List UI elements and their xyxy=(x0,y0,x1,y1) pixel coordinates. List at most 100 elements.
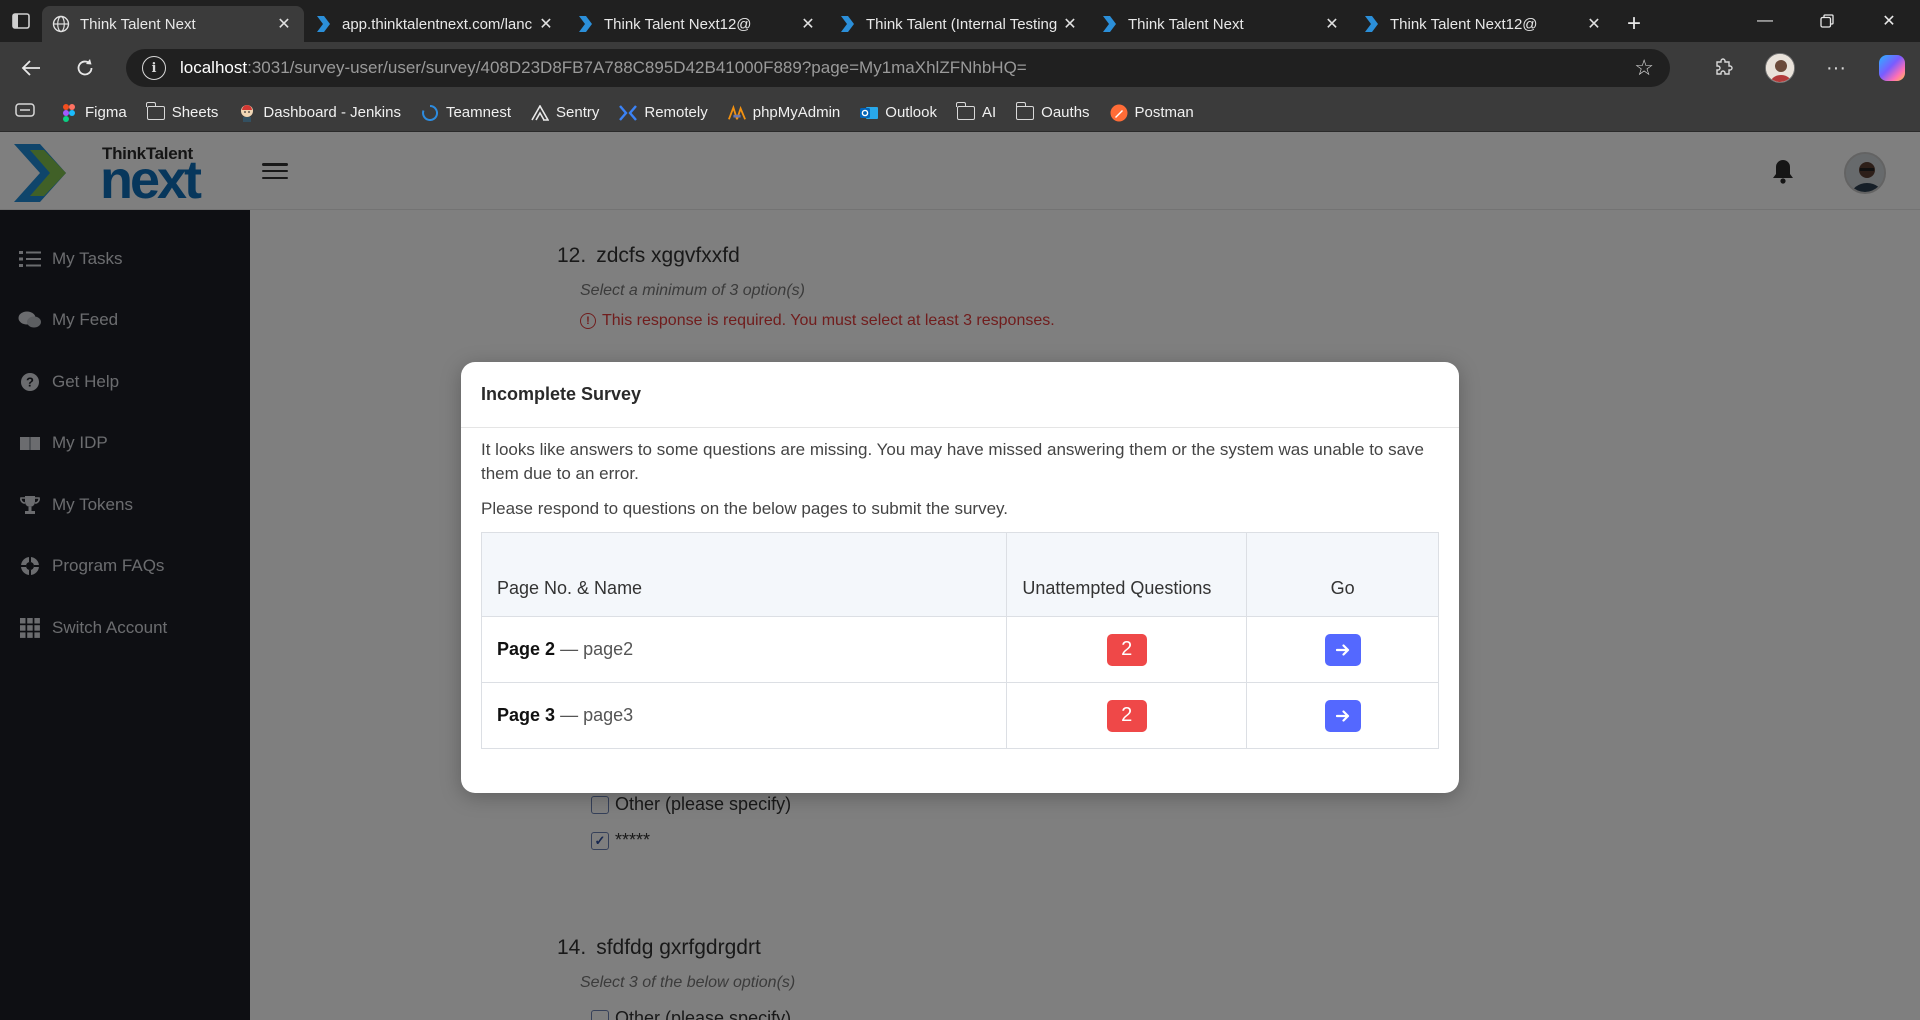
ttn-chevron-icon xyxy=(576,15,594,33)
back-icon[interactable] xyxy=(8,48,54,88)
column-header-page: Page No. & Name xyxy=(480,532,1008,617)
browser-tab[interactable]: Think Talent Next12@ ✕ xyxy=(1352,6,1614,42)
column-header-unattempted: Unattempted Questions xyxy=(1006,532,1248,617)
bookmark-outlook[interactable]: Outlook xyxy=(860,104,937,122)
bookmark-label: Oauths xyxy=(1041,104,1090,121)
bookmark-label: phpMyAdmin xyxy=(752,104,841,121)
bookmark-label: Teamnest xyxy=(445,104,512,121)
page-cell: Page 2 — page2 xyxy=(480,616,1008,683)
ttn-chevron-icon xyxy=(314,15,332,33)
count-cell: 2 xyxy=(1006,616,1248,683)
bookmark-label: Postman xyxy=(1134,104,1194,121)
page-name: page2 xyxy=(583,639,634,659)
unattempted-count-badge: 2 xyxy=(1106,699,1147,732)
browser-tab[interactable]: app.thinktalentnext.com/lanc ✕ xyxy=(304,6,566,42)
arrow-right-icon xyxy=(1335,643,1349,656)
site-info-icon[interactable]: i xyxy=(142,56,166,80)
teamnest-icon xyxy=(421,104,439,122)
new-tab-icon[interactable]: + xyxy=(1614,6,1654,42)
outlook-icon xyxy=(860,104,879,122)
go-cell xyxy=(1246,616,1439,683)
url-text[interactable]: localhost:3031/survey-user/user/survey/4… xyxy=(180,58,1027,78)
tab-title: Think Talent Next12@ xyxy=(604,15,752,33)
page-cell: Page 3 — page3 xyxy=(480,682,1008,749)
unattempted-pages-table: Page No. & Name Unattempted Questions Go… xyxy=(480,532,1439,749)
jenkins-icon xyxy=(238,104,256,122)
tab-title: Think Talent Next xyxy=(80,15,196,33)
table-row: Page 2 — page2 2 xyxy=(480,616,1439,683)
bookmark-postman[interactable]: Postman xyxy=(1110,104,1194,122)
ttn-chevron-icon xyxy=(838,15,856,33)
bookmark-label: Outlook xyxy=(885,104,937,121)
tab-title: Think Talent Next xyxy=(1128,15,1244,33)
bookmark-label: Figma xyxy=(85,104,127,121)
phpmyadmin-icon xyxy=(727,104,746,122)
page-name: page3 xyxy=(583,705,634,725)
bookmark-phpmyadmin[interactable]: phpMyAdmin xyxy=(727,104,841,122)
bookmark-label: AI xyxy=(981,104,997,121)
unattempted-count-badge: 2 xyxy=(1106,633,1147,666)
go-to-page-button[interactable] xyxy=(1324,633,1361,666)
extensions-icon[interactable] xyxy=(1696,42,1752,94)
tab-title: Think Talent (Internal Testing xyxy=(866,15,1058,33)
modal-body: It looks like answers to some questions … xyxy=(461,428,1459,749)
bookmark-label: Sentry xyxy=(556,104,600,121)
address-bar[interactable]: i localhost:3031/survey-user/user/survey… xyxy=(126,49,1670,87)
bookmark-sheets[interactable]: Sheets xyxy=(146,101,219,122)
browser-toolbar-right: ··· xyxy=(1696,42,1920,94)
ttn-chevron-icon xyxy=(1100,15,1118,33)
bookmark-sentry[interactable]: Sentry xyxy=(531,104,599,122)
browser-tab-bar: Think Talent Next ✕ app.thinktalentnext.… xyxy=(0,0,1920,42)
restore-icon[interactable] xyxy=(1796,0,1858,42)
count-cell: 2 xyxy=(1006,682,1248,749)
table-header-row: Page No. & Name Unattempted Questions Go xyxy=(480,532,1439,617)
profile-button[interactable] xyxy=(1752,42,1808,94)
browser-tab[interactable]: Think Talent Next ✕ xyxy=(42,6,304,42)
folder-icon xyxy=(956,101,975,122)
minimize-icon[interactable]: — xyxy=(1734,0,1796,42)
bookmarks-bar: Figma Sheets Dashboard - Jenkins Teamnes… xyxy=(0,94,1920,132)
tab-close-icon[interactable]: ✕ xyxy=(798,14,818,34)
bookmark-ai[interactable]: AI xyxy=(956,101,997,122)
browser-tab[interactable]: Think Talent (Internal Testing ✕ xyxy=(828,6,1090,42)
tab-close-icon[interactable]: ✕ xyxy=(1322,14,1342,34)
tab-actions-icon[interactable] xyxy=(0,0,42,42)
bookmark-oauths[interactable]: Oauths xyxy=(1015,101,1090,122)
modal-message: It looks like answers to some questions … xyxy=(481,440,1425,483)
browser-tab[interactable]: Think Talent Next12@ ✕ xyxy=(566,6,828,42)
favorite-star-icon[interactable]: ☆ xyxy=(1634,55,1654,81)
close-window-icon[interactable]: ✕ xyxy=(1858,0,1920,42)
bookmark-teamnest[interactable]: Teamnest xyxy=(421,104,511,122)
url-path: :3031/survey-user/user/survey/408D23D8FB… xyxy=(247,58,1027,77)
folder-icon xyxy=(1015,101,1035,122)
refresh-icon[interactable] xyxy=(62,48,108,88)
go-cell xyxy=(1246,682,1439,749)
tab-title: app.thinktalentnext.com/lanc xyxy=(342,15,533,33)
bookmark-remotely[interactable]: Remotely xyxy=(619,104,708,122)
copilot-icon[interactable] xyxy=(1864,42,1920,94)
go-to-page-button[interactable] xyxy=(1324,699,1361,732)
tab-close-icon[interactable]: ✕ xyxy=(1584,14,1604,34)
folder-icon xyxy=(146,101,165,122)
tab-search-icon[interactable] xyxy=(12,103,38,122)
browser-navbar: i localhost:3031/survey-user/user/survey… xyxy=(0,42,1920,94)
modal-instruction: Please respond to questions on the below… xyxy=(481,499,1009,518)
browser-tab[interactable]: Think Talent Next ✕ xyxy=(1090,6,1352,42)
tab-close-icon[interactable]: ✕ xyxy=(536,14,556,34)
page-separator: — xyxy=(560,705,579,725)
bookmark-jenkins[interactable]: Dashboard - Jenkins xyxy=(238,104,401,122)
bookmark-figma[interactable]: Figma xyxy=(60,103,127,122)
modal-title: Incomplete Survey xyxy=(481,384,642,404)
incomplete-survey-modal: Incomplete Survey It looks like answers … xyxy=(461,362,1459,793)
profile-avatar xyxy=(1765,53,1795,83)
figma-icon xyxy=(60,103,78,122)
bookmark-label: Sheets xyxy=(171,104,219,121)
bookmark-label: Dashboard - Jenkins xyxy=(263,104,401,121)
column-header-go: Go xyxy=(1246,532,1439,617)
tab-close-icon[interactable]: ✕ xyxy=(1060,14,1080,34)
sentry-icon xyxy=(531,104,550,122)
tab-close-icon[interactable]: ✕ xyxy=(274,14,294,34)
arrow-right-icon xyxy=(1335,709,1349,722)
more-options-icon[interactable]: ··· xyxy=(1808,42,1864,94)
window-controls: — ✕ xyxy=(1734,0,1920,42)
